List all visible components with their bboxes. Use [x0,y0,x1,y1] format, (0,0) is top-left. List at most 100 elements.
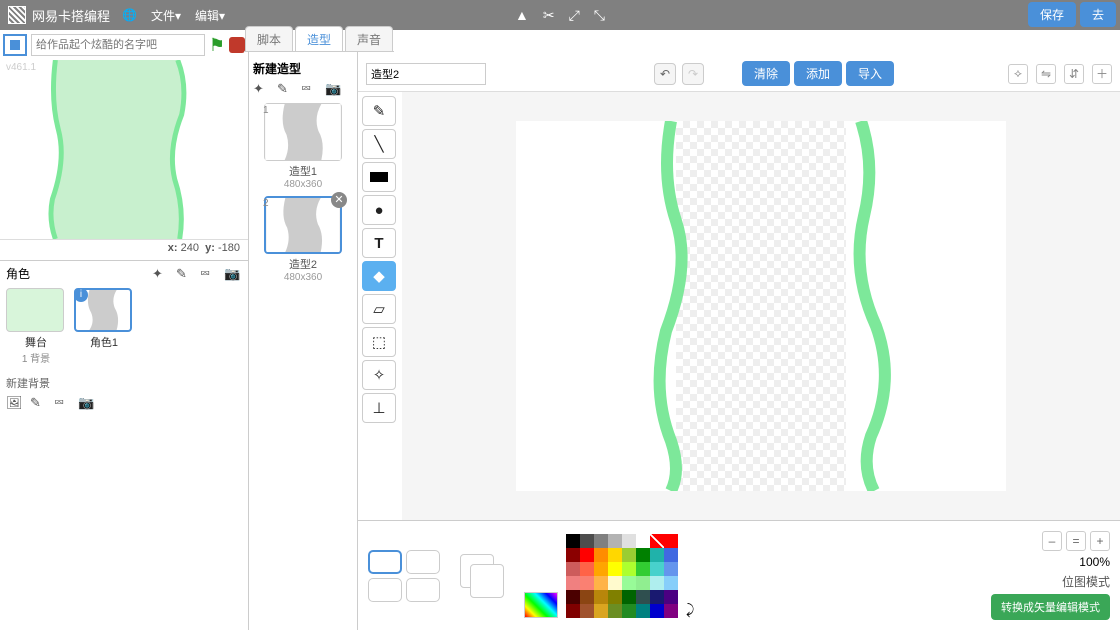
color-cell[interactable] [566,562,580,576]
stage-preview[interactable]: v461.1 [0,60,248,240]
costume-paint-icon[interactable]: ✎ [277,81,295,97]
ellipse-tool[interactable]: ● [362,195,396,225]
menu-file[interactable]: 文件▾ [151,7,181,24]
bg-paint-icon[interactable]: ✎ [30,395,48,411]
color-cell[interactable] [594,548,608,562]
wand-tool[interactable]: ✧ [362,360,396,390]
color-cell[interactable] [622,604,636,618]
text-tool[interactable]: T [362,228,396,258]
crop-icon[interactable]: ⟡ [1008,64,1028,84]
costume-thumb-1[interactable]: 1 造型1 480x360 [253,103,353,190]
color-cell[interactable] [566,534,580,548]
convert-mode-button[interactable]: 转换成矢量编辑模式 [991,594,1110,620]
stage-thumb[interactable]: 舞台 1 背景 [6,288,66,365]
costume-thumb-2[interactable]: 2 ✕ 造型2 480x360 [253,196,353,283]
color-cell[interactable] [636,548,650,562]
tab-costumes[interactable]: 造型 [295,26,343,51]
color-cell[interactable] [594,604,608,618]
tool-shrink-icon[interactable]: ⤡ [594,7,605,24]
color-cell[interactable] [664,576,678,590]
color-cell[interactable] [566,576,580,590]
add-button[interactable]: 添加 [794,61,842,86]
color-cell[interactable] [636,590,650,604]
color-cell[interactable] [650,604,664,618]
fill-solid[interactable] [368,550,402,574]
tool-stamp-icon[interactable]: ▲ [515,7,529,24]
color-cell[interactable] [566,548,580,562]
stamp-tool[interactable]: ⊥ [362,393,396,423]
redo-button[interactable]: ↷ [682,63,704,85]
costume-upload-icon[interactable]: ⮹ [301,81,319,97]
flip-h-icon[interactable]: ⇋ [1036,64,1056,84]
color-cell[interactable] [622,548,636,562]
color-cell[interactable] [650,534,664,548]
fill-radial[interactable] [406,578,440,602]
color-cell[interactable] [664,534,678,548]
color-cell[interactable] [622,590,636,604]
color-cell[interactable] [594,576,608,590]
tool-cut-icon[interactable]: ✂ [543,7,555,24]
color-cell[interactable] [566,604,580,618]
undo-button[interactable]: ↶ [654,63,676,85]
bg-library-icon[interactable]: 🖼 [6,395,24,411]
bg-camera-icon[interactable]: 📷 [78,395,96,411]
color-cell[interactable] [650,576,664,590]
clear-button[interactable]: 清除 [742,61,790,86]
green-flag-icon[interactable]: ⚑ [209,35,225,56]
color-cell[interactable] [664,548,678,562]
flip-v-icon[interactable]: ⇵ [1064,64,1084,84]
color-cell[interactable] [664,562,678,576]
fill-v-grad[interactable] [368,578,402,602]
color-cell[interactable] [580,604,594,618]
color-cell[interactable] [580,562,594,576]
fill-h-grad[interactable] [406,550,440,574]
zoom-reset-button[interactable]: = [1066,531,1086,551]
zoom-out-button[interactable]: – [1042,531,1062,551]
tool-grow-icon[interactable]: ⤢ [569,7,580,24]
color-cell[interactable] [622,562,636,576]
stop-button[interactable] [229,37,245,53]
menu-edit[interactable]: 编辑▾ [195,7,225,24]
color-cell[interactable] [566,590,580,604]
eraser-tool[interactable]: ▱ [362,294,396,324]
center-icon[interactable]: ＋ [1092,64,1112,84]
tab-scripts[interactable]: 脚本 [245,26,293,51]
sprite-thumb-1[interactable]: i 角色1 [74,288,134,365]
color-cell[interactable] [650,548,664,562]
color-cell[interactable] [580,548,594,562]
color-cell[interactable] [580,534,594,548]
globe-icon[interactable]: 🌐 [122,8,137,22]
color-cell[interactable] [594,534,608,548]
new-sprite-upload-icon[interactable]: ⮹ [200,266,218,282]
delete-costume-icon[interactable]: ✕ [331,192,347,208]
color-cell[interactable] [594,562,608,576]
color-spectrum[interactable] [524,592,558,618]
select-tool[interactable]: ⬚ [362,327,396,357]
color-cell[interactable] [622,576,636,590]
color-cell[interactable] [594,590,608,604]
rect-tool[interactable] [362,162,396,192]
new-sprite-paint-icon[interactable]: ✎ [176,266,194,282]
color-cell[interactable] [622,534,636,548]
project-name-input[interactable] [31,34,205,56]
secondary-color-swatch[interactable] [470,564,504,598]
save-button[interactable]: 保存 [1028,2,1076,27]
color-cell[interactable] [580,576,594,590]
new-sprite-camera-icon[interactable]: 📷 [224,266,242,282]
color-cell[interactable] [650,590,664,604]
costume-camera-icon[interactable]: 📷 [325,81,343,97]
brush-tool[interactable]: ✎ [362,96,396,126]
color-cell[interactable] [650,562,664,576]
color-cell[interactable] [580,590,594,604]
costume-library-icon[interactable]: ✦ [253,81,271,97]
color-cell[interactable] [608,548,622,562]
paint-canvas[interactable] [516,121,1006,491]
eyedropper-icon[interactable]: ⤸ [686,601,694,618]
color-cell[interactable] [608,576,622,590]
color-cell[interactable] [636,534,650,548]
color-cell[interactable] [636,576,650,590]
costume-name-input[interactable] [366,63,486,85]
line-tool[interactable]: ╲ [362,129,396,159]
new-sprite-library-icon[interactable]: ✦ [152,266,170,282]
zoom-in-button[interactable]: + [1090,531,1110,551]
